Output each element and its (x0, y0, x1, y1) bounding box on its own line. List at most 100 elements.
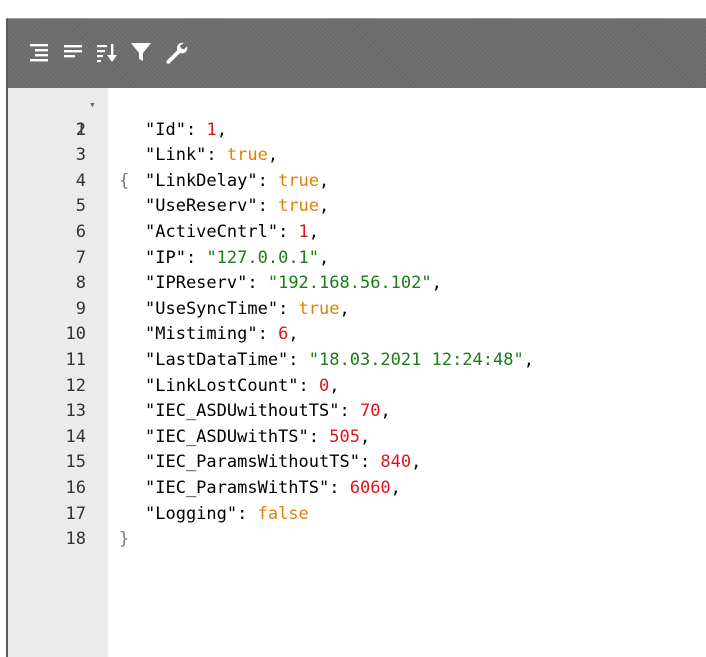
property-key: "ActiveCntrl" (145, 221, 279, 242)
colon: : (329, 477, 350, 498)
line-number: 8 (75, 273, 86, 294)
line-number: 7 (75, 247, 86, 268)
colon: : (206, 145, 227, 166)
property-value: 70 (359, 401, 381, 422)
comma: , (288, 324, 299, 345)
format-button[interactable] (26, 39, 52, 65)
line-number: 11 (65, 349, 86, 370)
property-key: "IPReserv" (145, 273, 248, 294)
property-value: 505 (329, 426, 360, 447)
property-key: "LinkLostCount" (145, 375, 299, 396)
code-line: 16 "IEC_ParamsWithTS": 6060, (8, 476, 706, 502)
property-key: "LinkDelay" (145, 170, 258, 191)
colon: : (237, 503, 258, 524)
json-property: "Logging": false (145, 502, 309, 528)
line-number: 14 (65, 426, 86, 447)
property-key: "IEC_ParamsWithTS" (145, 477, 330, 498)
editor-toolbar (8, 19, 706, 88)
comma: , (431, 273, 442, 294)
repair-button[interactable] (162, 39, 188, 65)
format-icon (30, 44, 48, 62)
colon: : (257, 196, 279, 217)
property-key: "Mistiming" (145, 324, 258, 345)
json-property: "IPReserv": "192.168.56.102", (145, 271, 442, 297)
json-property: "IEC_ParamsWithTS": 6060, (145, 476, 401, 502)
line-number: 3 (75, 145, 86, 166)
property-key: "IEC_ASDUwithTS" (145, 426, 309, 447)
code-line: 10 "Mistiming": 6, (8, 322, 706, 348)
code-line: 17 "Logging": false (8, 502, 706, 528)
json-property: "IEC_ASDUwithoutTS": 70, (145, 399, 391, 425)
filter-button[interactable] (128, 39, 154, 65)
property-value: 0 (319, 375, 330, 396)
json-property: "LastDataTime": "18.03.2021 12:24:48", (145, 348, 534, 374)
code-line: 18} (8, 527, 706, 553)
property-key: "IEC_ParamsWithoutTS" (145, 452, 360, 473)
line-number: 13 (65, 401, 86, 422)
compact-icon (64, 45, 82, 58)
sort-button[interactable] (94, 39, 120, 65)
json-property: "IEC_ASDUwithTS": 505, (145, 425, 370, 451)
code-line: 1 ▾ { (8, 92, 706, 191)
property-value: true (226, 145, 268, 166)
code-line: 13 "IEC_ASDUwithoutTS": 70, (8, 399, 706, 425)
property-value: true (278, 170, 320, 191)
property-key: "Id" (145, 119, 186, 140)
json-property: "ActiveCntrl": 1, (145, 220, 319, 246)
line-number: 18 (65, 529, 86, 550)
colon: : (257, 324, 279, 345)
close-brace: } (119, 529, 130, 550)
property-key: "Logging" (145, 503, 238, 524)
comma: , (319, 170, 330, 191)
sort-icon (97, 44, 117, 63)
property-value: true (298, 298, 340, 319)
colon: : (185, 247, 207, 268)
comma: , (308, 221, 320, 242)
property-key: "UseSyncTime" (145, 298, 279, 319)
property-value: "127.0.0.1" (206, 247, 320, 268)
line-number: 12 (65, 375, 86, 396)
json-property: "Mistiming": 6, (145, 322, 299, 348)
property-value: 6060 (349, 477, 391, 498)
line-number: 17 (65, 503, 86, 524)
comma: , (411, 452, 422, 473)
code-line: 8 "IPReserv": "192.168.56.102", (8, 271, 706, 297)
comma: , (329, 375, 340, 396)
property-value: 1 (298, 221, 309, 242)
code-line: 15 "IEC_ParamsWithoutTS": 840, (8, 450, 706, 476)
colon: : (308, 426, 330, 447)
line-number: 6 (75, 221, 86, 242)
property-value: false (257, 503, 309, 524)
code-area[interactable]: 1 ▾ { 2 "Id": 1, 3 "Link": true, 4 "LinkDelay… (8, 88, 706, 657)
property-value: 840 (380, 452, 412, 473)
comma: , (319, 196, 330, 217)
colon: : (359, 452, 381, 473)
compact-button[interactable] (60, 39, 86, 65)
colon: : (278, 298, 299, 319)
code-line: 7 "IP": "127.0.0.1", (8, 246, 706, 272)
property-key: "Link" (145, 145, 207, 166)
json-property: "UseReserv": true, (145, 194, 329, 220)
code-line: 4 "LinkDelay": true, (8, 169, 706, 195)
property-key: "IEC_ASDUwithoutTS" (145, 401, 340, 422)
colon: : (298, 375, 320, 396)
property-value: "18.03.2021 12:24:48" (308, 349, 524, 370)
json-property: "LinkDelay": true, (145, 169, 329, 195)
json-property: "IP": "127.0.0.1", (145, 246, 329, 272)
property-value: true (278, 196, 320, 217)
colon: : (257, 170, 279, 191)
comma: , (390, 477, 401, 498)
colon: : (339, 401, 360, 422)
json-property: "Link": true, (145, 143, 278, 169)
colon: : (288, 349, 309, 370)
json-property: "UseSyncTime": true, (145, 297, 350, 323)
comma: , (339, 298, 350, 319)
comma: , (359, 426, 371, 447)
property-value: 1 (206, 119, 217, 140)
fold-toggle-icon[interactable]: ▾ (89, 92, 96, 118)
code-line: 11 "LastDataTime": "18.03.2021 12:24:48", (8, 348, 706, 374)
line-number: 2 (75, 119, 86, 140)
code-line: 14 "IEC_ASDUwithTS": 505, (8, 425, 706, 451)
comma: , (380, 401, 391, 422)
property-value: "192.168.56.102" (267, 273, 432, 294)
